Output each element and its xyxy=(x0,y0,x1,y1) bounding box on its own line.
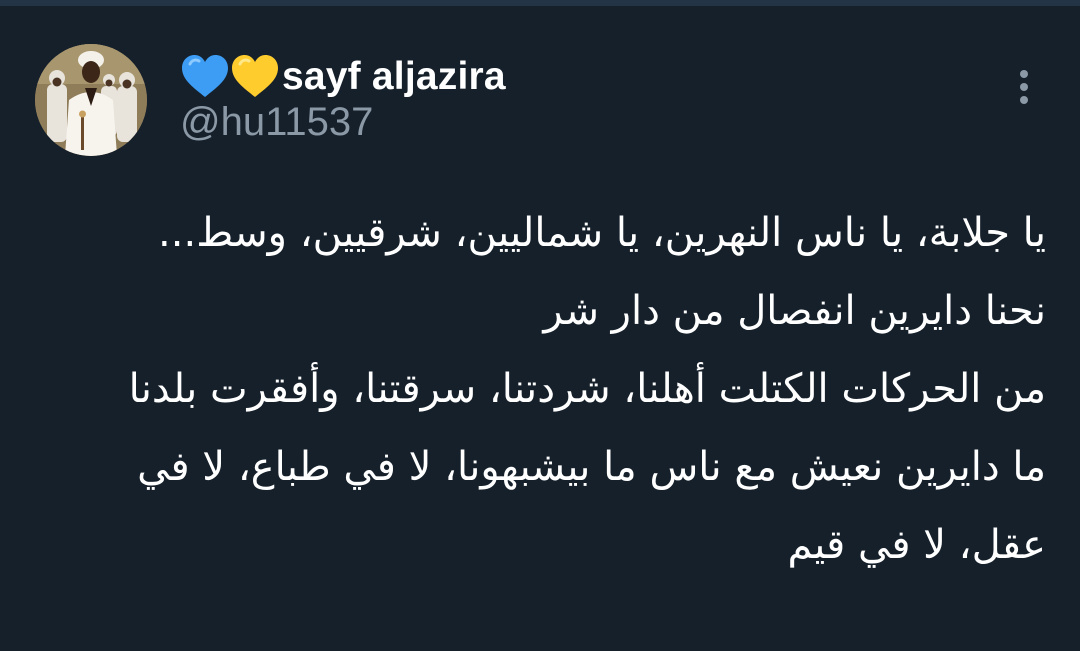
tweet-text: يا جلابة، يا ناس النهرين، يا شماليين، شر… xyxy=(40,194,1046,584)
vertical-ellipsis-icon xyxy=(1020,70,1028,104)
more-options-button[interactable] xyxy=(1004,66,1044,110)
avatar-image xyxy=(35,44,147,156)
yellow-heart-icon xyxy=(230,54,280,100)
tweet-line: من الحركات الكتلت أهلنا، شردتنا، سرقتنا،… xyxy=(128,366,1046,412)
tweet-line: ما دايرين نعيش مع ناس ما بيشبهونا، لا في… xyxy=(137,444,1046,568)
top-divider xyxy=(0,0,1080,6)
author-name-row[interactable]: sayf aljazira xyxy=(180,52,506,102)
blue-heart-icon xyxy=(180,54,230,100)
user-handle[interactable]: @hu11537 xyxy=(180,100,373,145)
tweet-line: نحنا دايرين انفصال من دار شر xyxy=(543,288,1046,334)
display-name[interactable]: sayf aljazira xyxy=(282,55,506,99)
tweet-line: يا جلابة، يا ناس النهرين، يا شماليين، شر… xyxy=(158,210,1046,256)
avatar[interactable] xyxy=(35,44,147,156)
